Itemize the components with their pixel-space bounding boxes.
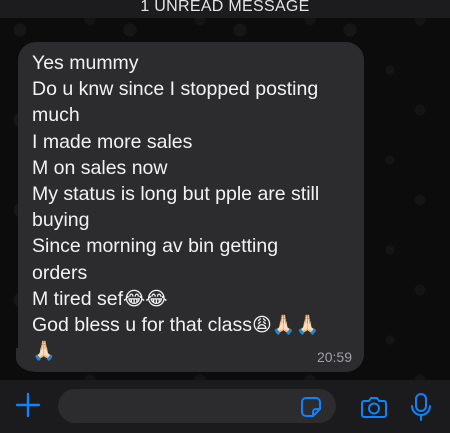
- camera-icon: [361, 397, 387, 418]
- add-attachment-button[interactable]: [15, 392, 41, 418]
- message-line: Do u knw since I stopped posting: [32, 78, 319, 101]
- message-input[interactable]: [58, 389, 336, 423]
- message-line: I made more sales: [32, 130, 193, 153]
- message-line: My status is long but pple are still: [32, 183, 320, 206]
- unread-banner-label: 1 UNREAD MESSAGE: [140, 0, 310, 15]
- message-line-text: M tired sef: [32, 287, 124, 310]
- message-timestamp: 20:59: [316, 349, 352, 365]
- camera-button[interactable]: [360, 395, 388, 419]
- message-line: M on sales now: [32, 156, 168, 179]
- plus-icon: [15, 392, 41, 418]
- incoming-message-bubble[interactable]: Yes mummy Do u knw since I stopped posti…: [18, 42, 364, 372]
- message-line: much: [32, 104, 80, 127]
- praying-hands-emoji: 🙏🏻: [32, 340, 56, 363]
- message-line: 🙏🏻: [32, 338, 352, 364]
- message-line: M tired sef😂😂: [32, 286, 352, 312]
- message-line: God bless u for that class😩🙏🏻🙏🏻: [32, 312, 352, 338]
- unread-messages-banner: 1 UNREAD MESSAGE: [0, 0, 450, 18]
- laughing-emoji-pair: 😂😂: [123, 287, 168, 310]
- voice-message-button[interactable]: [410, 392, 432, 422]
- sticker-icon: [301, 397, 321, 417]
- message-line: buying: [32, 209, 90, 232]
- weary-praying-emoji-group: 😩🙏🏻🙏🏻: [252, 314, 320, 337]
- message-line: Yes mummy: [32, 52, 139, 74]
- message-line: Since morning av bin getting: [32, 235, 279, 258]
- message-line-text: God bless u for that class: [32, 314, 253, 337]
- message-line: orders: [32, 261, 88, 284]
- sticker-button[interactable]: [300, 396, 322, 418]
- microphone-icon: [411, 393, 431, 421]
